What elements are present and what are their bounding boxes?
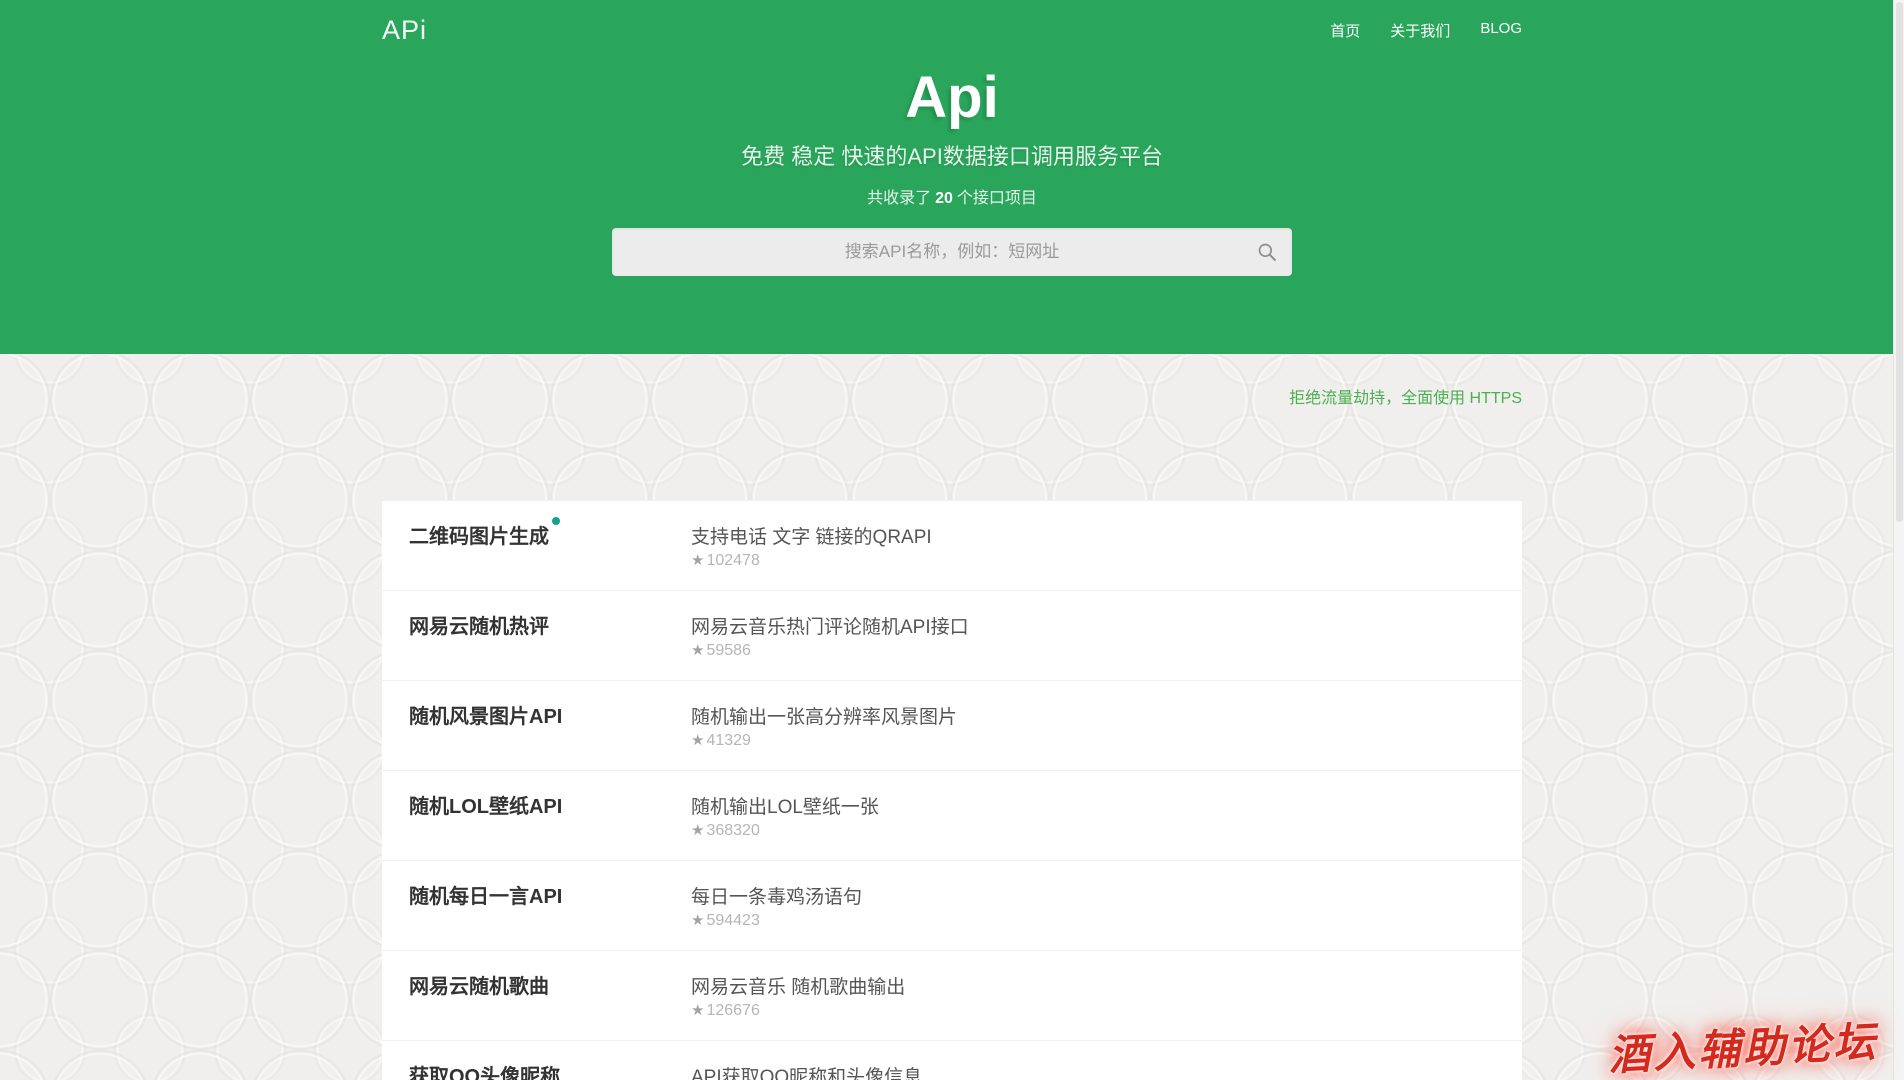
notice-bar: 拒绝流量劫持，全面使用 HTTPS (382, 384, 1522, 408)
api-list-row[interactable]: 网易云随机热评 网易云音乐热门评论随机API接口 ★59586 (382, 590, 1522, 680)
api-star-count: ★102478 (691, 551, 760, 570)
count-value: 20 (931, 190, 957, 207)
api-list: 二维码图片生成 支持电话 文字 链接的QRAPI ★102478 网易云随机热评… (382, 500, 1522, 1080)
api-title[interactable]: 网易云随机热评 (409, 610, 549, 639)
api-title[interactable]: 随机LOL壁纸API (409, 790, 562, 819)
star-icon: ★ (691, 912, 704, 929)
star-count-value: 126676 (706, 1002, 759, 1019)
forum-watermark: 酒入辅助论坛 (1607, 1008, 1880, 1080)
api-star-count: ★59586 (691, 641, 751, 660)
api-star-count: ★594423 (691, 911, 760, 930)
api-star-count: ★368320 (691, 821, 760, 840)
scrollbar-thumb[interactable] (1896, 2, 1903, 522)
api-list-row[interactable]: 网易云随机歌曲 网易云音乐 随机歌曲输出 ★126676 (382, 950, 1522, 1040)
api-title-label: 随机风景图片API (409, 706, 562, 728)
api-description: 网易云音乐 随机歌曲输出 (691, 972, 905, 999)
api-list-row[interactable]: 随机风景图片API 随机输出一张高分辨率风景图片 ★41329 (382, 680, 1522, 770)
api-list-row[interactable]: 随机每日一言API 每日一条毒鸡汤语句 ★594423 (382, 860, 1522, 950)
search-box[interactable] (612, 228, 1292, 276)
api-title-label: 获取QQ头像昵称 (409, 1066, 560, 1080)
star-icon: ★ (691, 732, 704, 749)
count-prefix: 共收录了 (867, 190, 931, 207)
star-count-value: 41329 (706, 732, 751, 749)
search-icon[interactable] (1257, 242, 1277, 262)
api-title[interactable]: 二维码图片生成 (409, 520, 560, 549)
star-count-value: 59586 (706, 642, 751, 659)
api-description: 支持电话 文字 链接的QRAPI (691, 522, 932, 549)
hero-header: APi 首页 关于我们 BLOG Api 免费 稳定 快速的API数据接口调用服… (0, 0, 1904, 354)
api-title[interactable]: 随机每日一言API (409, 880, 562, 909)
api-list-row[interactable]: 获取QQ头像昵称 API获取QQ昵称和头像信息 (382, 1040, 1522, 1080)
api-list-row[interactable]: 随机LOL壁纸API 随机输出LOL壁纸一张 ★368320 (382, 770, 1522, 860)
star-icon: ★ (691, 642, 704, 659)
api-title-label: 网易云随机热评 (409, 616, 549, 638)
api-description: 网易云音乐热门评论随机API接口 (691, 612, 969, 639)
api-star-count: ★126676 (691, 1001, 760, 1020)
star-count-value: 368320 (706, 822, 759, 839)
star-count-value: 594423 (706, 912, 759, 929)
page-subtitle: 免费 稳定 快速的API数据接口调用服务平台 (382, 139, 1522, 171)
api-title[interactable]: 随机风景图片API (409, 700, 562, 729)
scrollbar-track[interactable] (1893, 0, 1904, 1080)
search-input[interactable] (612, 228, 1292, 276)
api-description: 每日一条毒鸡汤语句 (691, 882, 862, 909)
nav-item-about[interactable]: 关于我们 (1390, 20, 1450, 41)
api-description: 随机输出LOL壁纸一张 (691, 792, 879, 819)
nav-item-home[interactable]: 首页 (1330, 20, 1360, 41)
site-logo[interactable]: APi (382, 15, 427, 46)
https-notice-link[interactable]: 拒绝流量劫持，全面使用 HTTPS (1289, 390, 1522, 407)
api-title-label: 随机LOL壁纸API (409, 796, 562, 818)
new-dot-icon (552, 517, 560, 525)
page-title: Api (382, 64, 1522, 131)
main-nav: 首页 关于我们 BLOG (1330, 20, 1522, 41)
star-icon: ★ (691, 552, 704, 569)
api-description: API获取QQ昵称和头像信息 (691, 1062, 922, 1080)
star-icon: ★ (691, 822, 704, 839)
star-count-value: 102478 (706, 552, 759, 569)
api-title[interactable]: 网易云随机歌曲 (409, 970, 549, 999)
api-title-label: 二维码图片生成 (409, 526, 549, 548)
nav-item-blog[interactable]: BLOG (1480, 20, 1522, 41)
api-title[interactable]: 获取QQ头像昵称 (409, 1060, 560, 1080)
count-suffix: 个接口项目 (957, 190, 1037, 207)
api-star-count: ★41329 (691, 731, 751, 750)
navbar: APi 首页 关于我们 BLOG (382, 0, 1522, 46)
api-description: 随机输出一张高分辨率风景图片 (691, 702, 957, 729)
api-list-row[interactable]: 二维码图片生成 支持电话 文字 链接的QRAPI ★102478 (382, 500, 1522, 590)
api-title-label: 网易云随机歌曲 (409, 976, 549, 998)
star-icon: ★ (691, 1002, 704, 1019)
api-count-line: 共收录了20个接口项目 (382, 184, 1522, 208)
api-title-label: 随机每日一言API (409, 886, 562, 908)
